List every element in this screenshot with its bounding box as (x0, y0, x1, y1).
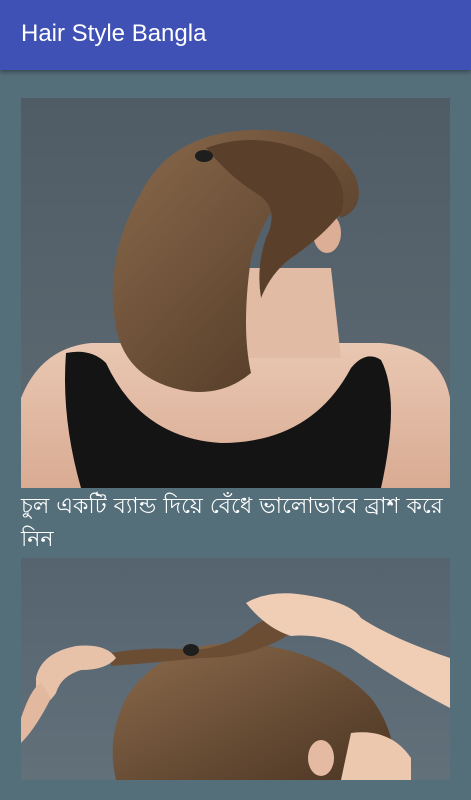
step-caption: চুল একটি ব্যান্ড দিয়ে বেঁধে ভালোভাবে ব্… (21, 494, 443, 552)
hairstyle-step-image-1 (21, 98, 450, 488)
hairstyle-step-image-2 (21, 558, 450, 780)
app-bar: Hair Style Bangla (0, 0, 471, 70)
app-title: Hair Style Bangla (21, 20, 207, 47)
content-list[interactable]: চুল একটি ব্যান্ড দিয়ে বেঁধে ভালোভাবে ব্… (0, 70, 471, 800)
